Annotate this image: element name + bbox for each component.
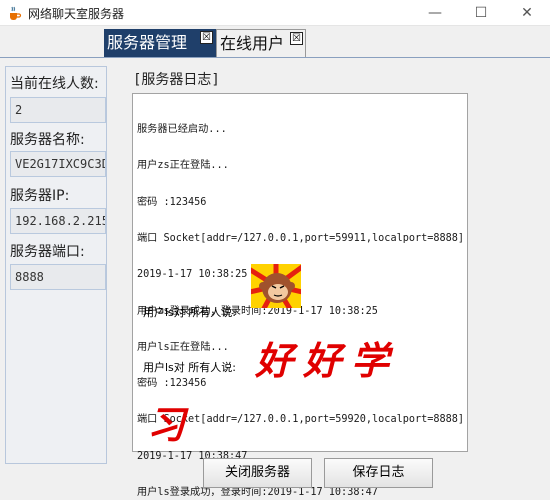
server-log-title: [服务器日志] — [133, 72, 220, 88]
maximize-button[interactable]: ☐ — [458, 0, 504, 26]
server-name-label: 服务器名称: — [10, 132, 85, 148]
tab-online-users[interactable]: 在线用户 ☒ — [216, 29, 306, 57]
chat-message-prefix: 用户ls对 所有人说: — [143, 306, 236, 319]
log-line: 端口 Socket[addr=/127.0.0.1,port=59911,loc… — [137, 233, 465, 245]
server-ip-label: 服务器IP: — [10, 188, 70, 204]
handwritten-message: 好好学 — [255, 338, 400, 383]
server-ip-field[interactable]: 192.168.2.215 — [10, 208, 106, 234]
tab-close-icon[interactable]: ☒ — [290, 32, 303, 45]
handwritten-message: 习 — [147, 402, 186, 447]
log-line: 端口 Socket[addr=/127.0.0.1,port=59920,loc… — [137, 414, 465, 426]
server-port-label: 服务器端口: — [10, 244, 85, 260]
tab-server-management[interactable]: 服务器管理 ☒ — [104, 29, 216, 57]
log-line: 用户ls登录成功，登录时间:2019-1-17 10:38:47 — [137, 487, 378, 498]
log-line: 服务器已经启动... — [137, 124, 227, 136]
close-server-button[interactable]: 关闭服务器 — [203, 458, 312, 488]
log-line: 用户zs正在登陆... — [137, 160, 229, 172]
tab-label: 在线用户 — [220, 34, 285, 53]
online-count-field[interactable]: 2 — [10, 97, 106, 123]
save-log-button[interactable]: 保存日志 — [324, 458, 433, 488]
java-cup-icon — [10, 6, 22, 20]
online-count-label: 当前在线人数: — [10, 76, 99, 92]
minimize-button[interactable]: — — [412, 0, 458, 26]
server-port-field[interactable]: 8888 — [10, 264, 106, 290]
chat-message-prefix: 用户ls对 所有人说: — [143, 361, 236, 374]
server-log-area[interactable]: 服务器已经启动... 用户zs正在登陆... 密码 :123456 端口 Soc… — [132, 93, 468, 498]
server-name-field[interactable]: VE2G17IXC9C3D — [10, 151, 106, 177]
tab-divider — [0, 57, 550, 58]
title-bar: 网络聊天室服务器 — ☐ ✕ — [0, 0, 550, 26]
monkey-emoticon-icon — [251, 264, 301, 308]
close-window-button[interactable]: ✕ — [504, 0, 550, 26]
log-line: 密码 :123456 — [137, 196, 207, 208]
server-info-panel: 当前在线人数: 2 服务器名称: VE2G17IXC9C3D 服务器IP: 19… — [5, 66, 107, 464]
tab-label: 服务器管理 — [107, 33, 188, 52]
tab-close-icon[interactable]: ☒ — [200, 31, 213, 44]
window-title: 网络聊天室服务器 — [28, 7, 125, 21]
